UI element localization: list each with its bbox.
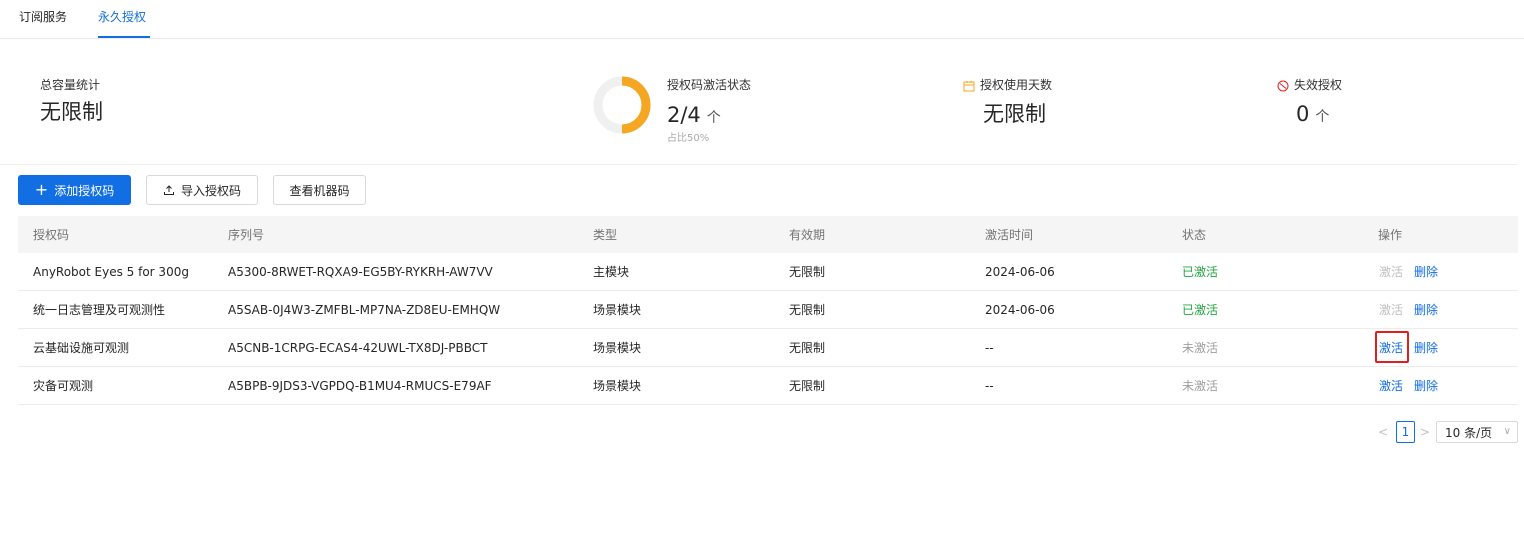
capacity-value: 无限制 [40,100,103,124]
cell-serial: A5300-8RWET-RQXA9-EG5BY-RYKRH-AW7VV [228,265,493,279]
status-badge: 已激活 [1182,265,1219,279]
activation-ratio: 占比50% [667,133,710,144]
cell-type: 场景模块 [593,379,642,393]
cell-validity: 无限制 [789,265,826,279]
cell-license-code: 统一日志管理及可观测性 [33,303,166,317]
cell-license-code: 云基础设施可观测 [33,341,130,355]
table-header: 授权码 序列号 类型 有效期 激活时间 状态 操作 [18,216,1518,253]
cell-activated-at: -- [985,341,994,355]
status-badge: 未激活 [1182,379,1219,393]
next-page-button[interactable]: > [1418,421,1432,443]
add-license-button[interactable]: + 添加授权码 [18,175,131,205]
days-label: 授权使用天数 [980,78,1053,92]
cell-serial: A5SAB-0J4W3-ZMFBL-MP7NA-ZD8EU-EMHQW [228,303,501,317]
cell-serial: A5CNB-1CRPG-ECAS4-42UWL-TX8DJ-PBBCT [228,341,488,355]
view-machine-code-button[interactable]: 查看机器码 [273,175,366,205]
invalid-unit: 个 [1315,109,1330,125]
cell-license-code: 灾备可观测 [33,379,94,393]
header-activated-at: 激活时间 [985,228,1034,242]
active-tab-indicator [98,36,150,38]
activation-value-wrap: 2/4 个 [667,101,721,132]
cell-validity: 无限制 [789,303,826,317]
activate-link[interactable]: 激活 [1379,378,1403,394]
cell-activated-at: -- [985,379,994,393]
plus-icon: + [34,180,49,199]
days-value: 无限制 [983,102,1046,126]
header-type: 类型 [593,228,618,242]
page-size-select[interactable]: 10 条/页 ∨ [1436,421,1518,443]
header-status: 状态 [1182,228,1207,242]
add-license-label: 添加授权码 [54,183,115,198]
status-badge: 已激活 [1182,303,1219,317]
cell-activated-at: 2024-06-06 [985,303,1055,317]
cell-activated-at: 2024-06-06 [985,265,1055,279]
stop-icon [1277,80,1289,92]
invalid-value-wrap: 0个 [1296,100,1329,131]
license-table: 授权码 序列号 类型 有效期 激活时间 状态 操作 AnyRobot Eyes … [18,216,1518,405]
table-row: 统一日志管理及可观测性 A5SAB-0J4W3-ZMFBL-MP7NA-ZD8E… [18,291,1518,329]
header-validity: 有效期 [789,228,826,242]
tab-bar: 订阅服务 永久授权 [0,0,1524,39]
cell-type: 场景模块 [593,303,642,317]
delete-link[interactable]: 删除 [1414,264,1438,280]
status-badge: 未激活 [1182,341,1219,355]
upload-icon [163,185,174,195]
activation-value: 2/4 [667,103,701,127]
delete-link[interactable]: 删除 [1414,378,1438,394]
activate-link[interactable]: 激活 [1379,340,1403,356]
capacity-label: 总容量统计 [40,78,101,92]
cell-type: 场景模块 [593,341,642,355]
table-row: 灾备可观测 A5BPB-9JDS3-VGPDQ-B1MU4-RMUCS-E79A… [18,367,1518,405]
delete-link[interactable]: 删除 [1414,302,1438,318]
prev-page-button[interactable]: < [1376,421,1390,443]
page-number-current[interactable]: 1 [1396,421,1415,443]
table-row: 云基础设施可观测 A5CNB-1CRPG-ECAS4-42UWL-TX8DJ-P… [18,329,1518,367]
activation-donut-chart [593,76,651,134]
tab-perpetual-license[interactable]: 永久授权 [98,9,146,25]
calendar-icon [963,81,975,92]
import-license-label: 导入授权码 [180,183,241,198]
donut-progress-arc [621,76,651,134]
cell-serial: A5BPB-9JDS3-VGPDQ-B1MU4-RMUCS-E79AF [228,379,492,393]
cell-validity: 无限制 [789,379,826,393]
invalid-value: 0 [1296,102,1310,126]
activate-link: 激活 [1379,303,1404,317]
chevron-down-icon: ∨ [1503,426,1511,437]
cell-type: 主模块 [593,265,630,279]
import-license-button[interactable]: 导入授权码 [146,175,258,205]
cell-validity: 无限制 [789,341,826,355]
header-license-code: 授权码 [33,228,70,242]
invalid-label: 失效授权 [1294,78,1343,92]
header-serial: 序列号 [228,228,265,242]
activation-unit: 个 [706,110,721,126]
delete-link[interactable]: 删除 [1414,340,1438,356]
stats-panel: 总容量统计 无限制 授权码激活状态 2/4 个 占比50% 授权使用天数 无限制 … [0,39,1518,165]
header-actions: 操作 [1378,228,1403,242]
activation-label: 授权码激活状态 [667,78,752,92]
activate-link: 激活 [1379,265,1404,279]
table-row: AnyRobot Eyes 5 for 300g A5300-8RWET-RQX… [18,253,1518,291]
page-size-value: 10 条/页 [1445,425,1493,440]
cell-license-code: AnyRobot Eyes 5 for 300g [33,265,189,279]
tab-subscription[interactable]: 订阅服务 [19,9,67,25]
